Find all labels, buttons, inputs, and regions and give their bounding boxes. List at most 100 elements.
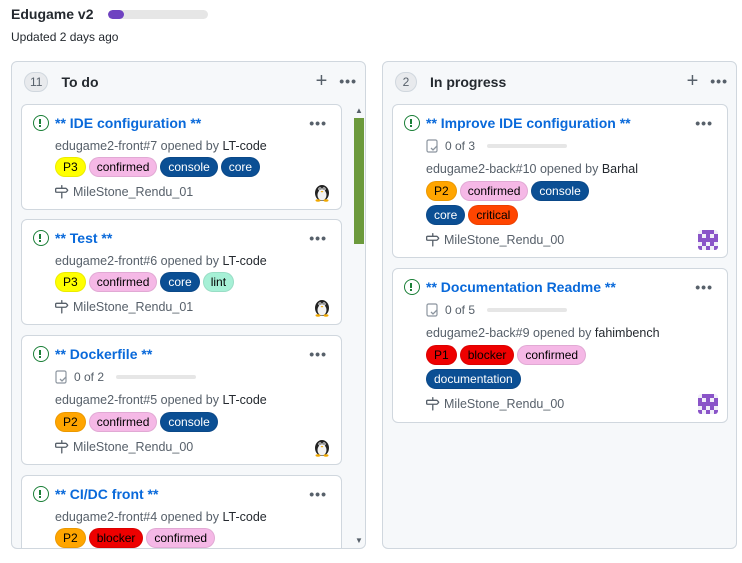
issue-card[interactable]: ** Test ** ••• edugame2-front#6 opened b… xyxy=(21,219,342,325)
label-documentation[interactable]: documentation xyxy=(426,369,521,389)
label-blocker[interactable]: blocker xyxy=(459,345,515,365)
column-scrollbar[interactable]: ▲ ▼ xyxy=(353,104,366,550)
label-confirmed[interactable]: confirmed xyxy=(88,272,158,292)
label-p2[interactable]: P2 xyxy=(55,528,86,548)
milestone[interactable]: MileStone_Rendu_01 xyxy=(55,185,193,199)
label-console[interactable]: console xyxy=(160,412,218,432)
card-menu-dots-icon[interactable]: ••• xyxy=(309,346,327,362)
task-count: 0 of 5 xyxy=(445,303,476,317)
label-confirmed[interactable]: confirmed xyxy=(88,412,158,432)
issue-title-link[interactable]: ** CI/DC front ** xyxy=(55,486,158,502)
task-progress: 0 of 3 xyxy=(426,139,568,153)
open-issue-icon xyxy=(404,115,420,131)
open-issue-icon xyxy=(33,230,49,246)
milestone[interactable]: MileStone_Rendu_00 xyxy=(426,233,564,247)
issue-author[interactable]: LT-code xyxy=(223,393,267,407)
milestone-icon xyxy=(55,440,69,454)
card-menu-dots-icon[interactable]: ••• xyxy=(695,115,713,131)
issue-title-link[interactable]: ** Dockerfile ** xyxy=(55,346,152,362)
project-header: Edugame v2 Updated 2 days ago xyxy=(11,5,731,45)
milestone-icon xyxy=(55,185,69,199)
label-confirmed[interactable]: confirmed xyxy=(459,181,529,201)
label-core[interactable]: core xyxy=(160,272,200,292)
updated-text: Updated 2 days ago xyxy=(11,30,119,44)
label-p2[interactable]: P2 xyxy=(55,412,86,432)
column-header: 11 To do + ••• xyxy=(12,62,365,102)
issue-author[interactable]: fahimbench xyxy=(595,326,660,340)
project-title[interactable]: Edugame v2 xyxy=(11,5,93,23)
label-list: P2 confirmed console xyxy=(55,412,218,432)
issue-meta: edugame2-front#6 opened by LT-code xyxy=(55,254,267,268)
penguin-avatar[interactable] xyxy=(312,437,332,457)
label-p3[interactable]: P3 xyxy=(55,157,86,177)
milestone-icon xyxy=(55,300,69,314)
project-progress-fill xyxy=(108,9,125,19)
scroll-thumb[interactable] xyxy=(354,118,364,244)
task-count: 0 of 3 xyxy=(445,139,476,153)
add-card-plus-icon[interactable]: + xyxy=(316,71,328,91)
label-lint[interactable]: lint xyxy=(202,272,235,292)
label-p2[interactable]: P2 xyxy=(426,181,457,201)
label-blocker[interactable]: blocker xyxy=(88,528,144,548)
tasklist-icon xyxy=(426,139,439,153)
issue-title-link[interactable]: ** Improve IDE configuration ** xyxy=(426,115,631,131)
task-count: 0 of 2 xyxy=(74,370,105,384)
card-menu-dots-icon[interactable]: ••• xyxy=(309,115,327,131)
issue-title-link[interactable]: ** IDE configuration ** xyxy=(55,115,201,131)
issue-author[interactable]: Barhal xyxy=(602,162,638,176)
label-confirmed[interactable]: confirmed xyxy=(517,345,587,365)
issue-card[interactable]: ** Improve IDE configuration ** ••• 0 of… xyxy=(392,104,728,258)
scroll-down-arrow-icon[interactable]: ▼ xyxy=(355,536,363,545)
tasklist-icon xyxy=(426,303,439,317)
column-menu-dots-icon[interactable]: ••• xyxy=(339,74,357,88)
label-core[interactable]: core xyxy=(426,205,466,225)
scroll-up-arrow-icon[interactable]: ▲ xyxy=(355,106,363,115)
add-card-plus-icon[interactable]: + xyxy=(687,71,699,91)
label-critical[interactable]: critical xyxy=(468,205,519,225)
milestone[interactable]: MileStone_Rendu_00 xyxy=(426,397,564,411)
issue-card[interactable]: ** IDE configuration ** ••• edugame2-fro… xyxy=(21,104,342,210)
issue-card[interactable]: ** Documentation Readme ** ••• 0 of 5 ed… xyxy=(392,268,728,423)
label-p1[interactable]: P1 xyxy=(426,345,457,365)
issue-author[interactable]: LT-code xyxy=(223,510,267,524)
task-progress-bar xyxy=(116,375,197,379)
milestone-icon xyxy=(426,233,440,247)
column-todo: 11 To do + ••• ** IDE configuration ** •… xyxy=(11,61,366,549)
label-list: P3 confirmed console core xyxy=(55,157,261,177)
issue-meta: edugame2-front#7 opened by LT-code xyxy=(55,139,267,153)
column-menu-dots-icon[interactable]: ••• xyxy=(710,74,728,88)
label-confirmed[interactable]: confirmed xyxy=(146,528,216,548)
column-in-progress: 2 In progress + ••• ** Improve IDE confi… xyxy=(382,61,737,549)
issue-title-link[interactable]: ** Documentation Readme ** xyxy=(426,279,616,295)
pixel-avatar[interactable] xyxy=(698,230,718,250)
task-progress: 0 of 2 xyxy=(55,370,197,384)
issue-meta: edugame2-back#10 opened by Barhal xyxy=(426,162,638,176)
issue-meta: edugame2-front#5 opened by LT-code xyxy=(55,393,267,407)
milestone[interactable]: MileStone_Rendu_00 xyxy=(55,440,193,454)
label-list: P3 confirmed core lint xyxy=(55,272,235,292)
card-menu-dots-icon[interactable]: ••• xyxy=(309,230,327,246)
issue-title-link[interactable]: ** Test ** xyxy=(55,230,112,246)
issue-author[interactable]: LT-code xyxy=(223,139,267,153)
open-issue-icon xyxy=(404,279,420,295)
column-title: In progress xyxy=(430,74,507,90)
column-count: 2 xyxy=(395,72,417,92)
penguin-avatar[interactable] xyxy=(312,182,332,202)
card-menu-dots-icon[interactable]: ••• xyxy=(309,486,327,502)
project-progress-bar xyxy=(108,9,209,19)
label-core[interactable]: core xyxy=(220,157,261,177)
label-console[interactable]: console xyxy=(160,157,218,177)
label-list: P1 blocker confirmed documentation xyxy=(426,345,626,389)
pixel-avatar[interactable] xyxy=(698,394,718,414)
label-confirmed[interactable]: confirmed xyxy=(88,157,158,177)
open-issue-icon xyxy=(33,346,49,362)
label-console[interactable]: console xyxy=(531,181,589,201)
issue-card[interactable]: ** Dockerfile ** ••• 0 of 2 edugame2-fro… xyxy=(21,335,342,465)
card-menu-dots-icon[interactable]: ••• xyxy=(695,279,713,295)
issue-author[interactable]: LT-code xyxy=(223,254,267,268)
issue-card[interactable]: ** CI/DC front ** ••• edugame2-front#4 o… xyxy=(21,475,342,548)
task-progress-bar xyxy=(487,144,568,148)
penguin-avatar[interactable] xyxy=(312,297,332,317)
milestone[interactable]: MileStone_Rendu_01 xyxy=(55,300,193,314)
label-p3[interactable]: P3 xyxy=(55,272,86,292)
